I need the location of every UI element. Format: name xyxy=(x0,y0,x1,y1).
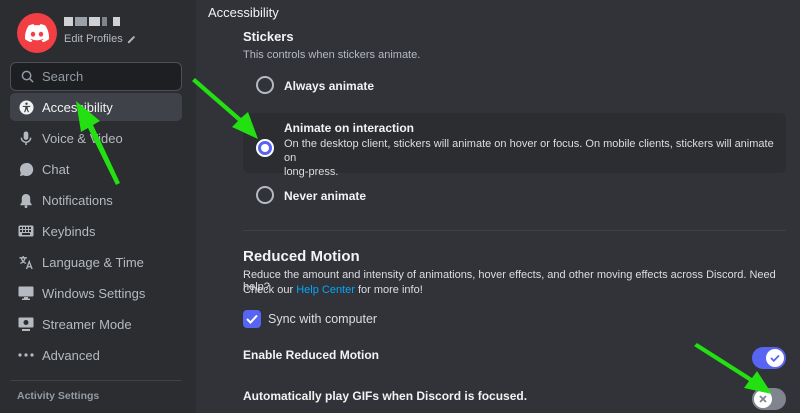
radio-option-never-animate[interactable]: Never animate xyxy=(243,186,786,208)
radio-option-animate-on-interaction[interactable]: Animate on interaction On the desktop cl… xyxy=(243,113,786,178)
reduced-motion-help-line: Check our Help Center for more info! xyxy=(243,284,423,296)
bell-icon xyxy=(18,192,34,208)
page-title: Accessibility xyxy=(208,5,279,20)
sidebar-item-label: Windows Settings xyxy=(42,285,146,301)
chat-bubble-icon xyxy=(18,161,34,177)
search-icon xyxy=(21,70,34,83)
checkmark-icon xyxy=(770,354,780,362)
enable-reduced-motion-toggle[interactable] xyxy=(752,347,786,369)
radio-button[interactable] xyxy=(256,76,274,94)
radio-button[interactable] xyxy=(256,186,274,204)
username-redacted xyxy=(64,17,120,29)
help-center-link[interactable]: Help Center xyxy=(296,284,355,296)
radio-label: Always animate xyxy=(284,79,375,93)
microphone-icon xyxy=(18,130,34,146)
sync-with-computer-label: Sync with computer xyxy=(268,312,378,326)
sidebar-item-label: Voice & Video xyxy=(42,130,123,146)
ellipsis-icon xyxy=(18,347,34,363)
discord-logo-icon xyxy=(25,24,49,42)
edit-profiles-label: Edit Profiles xyxy=(64,33,123,45)
avatar[interactable] xyxy=(17,13,57,53)
radio-button-selected[interactable] xyxy=(256,139,274,157)
accessibility-icon xyxy=(18,99,34,115)
radio-option-always-animate[interactable]: Always animate xyxy=(243,76,786,98)
autoplay-gifs-label: Automatically play GIFs when Discord is … xyxy=(243,389,528,403)
search-input[interactable] xyxy=(42,69,172,84)
sidebar-item-label: Advanced xyxy=(42,347,100,363)
pencil-icon xyxy=(127,35,135,43)
sync-with-computer-checkbox[interactable] xyxy=(243,310,261,328)
help-text-prefix: Check our xyxy=(243,284,297,296)
radio-description-line1: On the desktop client, stickers will ani… xyxy=(284,138,774,164)
sidebar-item-label: Language & Time xyxy=(42,254,144,270)
sidebar-item-advanced[interactable]: Advanced xyxy=(10,341,182,369)
edit-profiles-link[interactable]: Edit Profiles xyxy=(64,33,136,45)
sidebar-item-windows-settings[interactable]: Windows Settings xyxy=(10,279,182,307)
language-icon xyxy=(18,254,34,270)
autoplay-gifs-toggle[interactable] xyxy=(752,388,786,410)
sidebar-item-label: Notifications xyxy=(42,192,113,208)
sidebar-divider xyxy=(10,380,182,381)
sidebar-item-streamer-mode[interactable]: Streamer Mode xyxy=(10,310,182,338)
sidebar-item-chat[interactable]: Chat xyxy=(10,155,182,183)
enable-reduced-motion-label: Enable Reduced Motion xyxy=(243,348,380,362)
radio-label: Animate on interaction xyxy=(284,121,415,135)
section-divider xyxy=(243,230,786,231)
search-box[interactable] xyxy=(10,62,182,91)
stickers-description: This controls when stickers animate. xyxy=(243,49,421,61)
streamer-icon xyxy=(18,316,34,332)
checkmark-icon xyxy=(246,314,258,324)
toggle-knob xyxy=(766,349,784,367)
keyboard-icon xyxy=(18,223,34,239)
help-text-suffix: for more info! xyxy=(354,284,423,296)
radio-description-line2: long-press. xyxy=(284,166,339,178)
settings-sidebar: Edit Profiles Accessibility Voice & Vide… xyxy=(0,0,196,413)
sidebar-section-heading: Activity Settings xyxy=(17,390,100,402)
sidebar-item-notifications[interactable]: Notifications xyxy=(10,186,182,214)
sidebar-item-accessibility[interactable]: Accessibility xyxy=(10,93,182,121)
sidebar-item-voice-video[interactable]: Voice & Video xyxy=(10,124,182,152)
radio-label: Never animate xyxy=(284,189,367,203)
sidebar-item-label: Keybinds xyxy=(42,223,96,239)
x-icon xyxy=(759,395,767,403)
sidebar-item-label: Chat xyxy=(42,161,70,177)
sidebar-item-keybinds[interactable]: Keybinds xyxy=(10,217,182,245)
sidebar-item-label: Accessibility xyxy=(42,99,113,115)
sidebar-item-label: Streamer Mode xyxy=(42,316,132,332)
monitor-icon xyxy=(18,285,34,301)
sidebar-item-language-time[interactable]: Language & Time xyxy=(10,248,182,276)
stickers-heading: Stickers xyxy=(243,29,294,44)
toggle-knob xyxy=(754,390,772,408)
reduced-motion-heading: Reduced Motion xyxy=(243,248,360,265)
